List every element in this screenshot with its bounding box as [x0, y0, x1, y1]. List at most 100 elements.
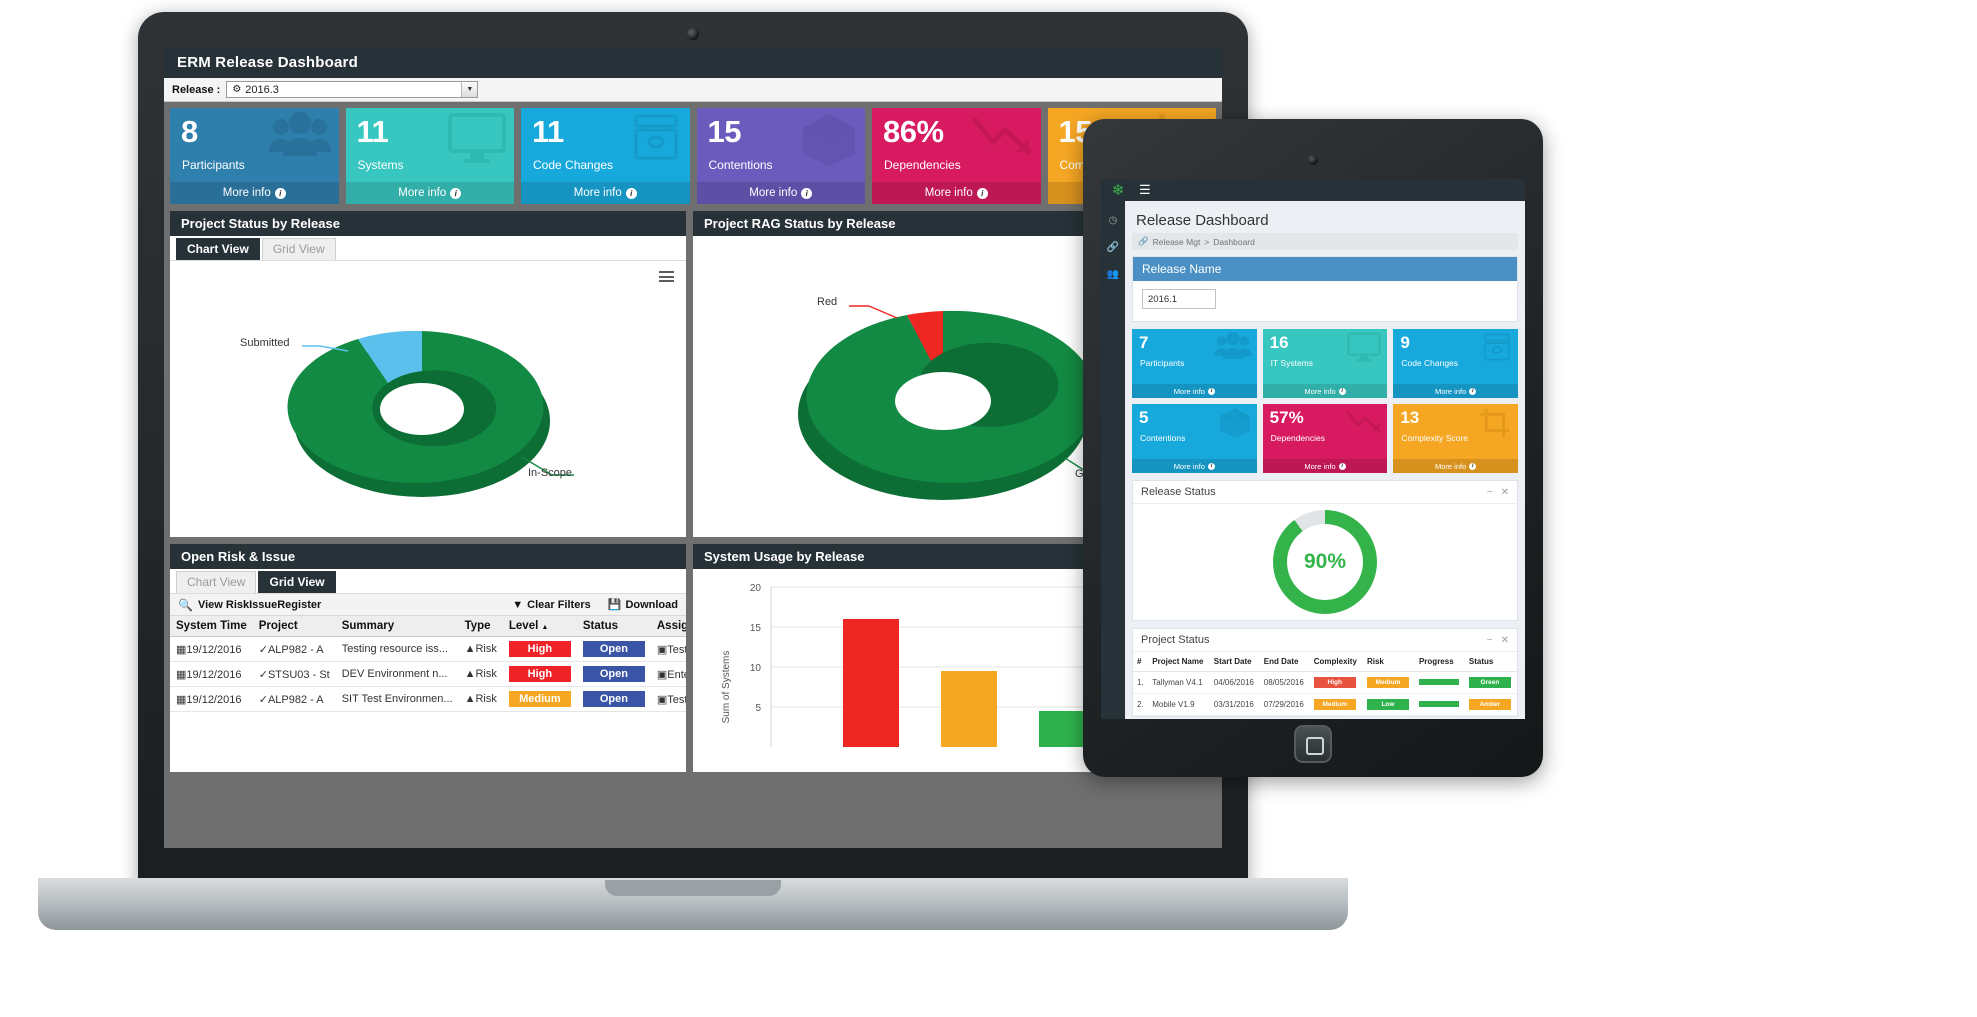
cell-progress: [1414, 693, 1465, 716]
breadcrumb-current: Dashboard: [1213, 236, 1255, 247]
table-row[interactable]: ▦19/12/2016 ✓STSU03 - St DEV Environment…: [170, 661, 686, 687]
status-badge: Open: [582, 666, 645, 682]
close-icon[interactable]: ✕: [1501, 635, 1509, 646]
minimize-icon[interactable]: −: [1487, 635, 1493, 646]
clear-filters-button[interactable]: ▼ Clear Filters: [512, 599, 590, 611]
kpi-label: Participants: [182, 158, 245, 172]
table-row[interactable]: ▦19/12/2016 ✓ALP982 - A Testing resource…: [170, 636, 686, 662]
tablet-topbar: ❄ ☰: [1101, 179, 1525, 201]
project-status-chart: Submitted In-Scope: [170, 261, 686, 537]
cell-project-name: Tallyman V4.1: [1148, 671, 1210, 694]
status-badge: Green: [1468, 677, 1511, 688]
tab-chart-view[interactable]: Chart View: [176, 571, 257, 593]
kpi-more-info[interactable]: More info i: [1393, 459, 1518, 473]
info-icon: i: [1338, 387, 1346, 395]
col-index[interactable]: #: [1133, 652, 1149, 672]
tablet-kpi-contentions[interactable]: 5 Contentions More info i: [1132, 404, 1257, 473]
kpi-more-info[interactable]: More info i: [170, 182, 339, 204]
kpi-more-info[interactable]: More info i: [1393, 384, 1518, 398]
tab-grid-view[interactable]: Grid View: [261, 238, 336, 260]
kpi-value: 15: [707, 114, 742, 149]
sidebar-item-people-icon[interactable]: 👥: [1101, 269, 1125, 280]
col-status[interactable]: Status: [1464, 652, 1517, 672]
person-icon: ▣: [656, 643, 668, 656]
release-name-title: Release Name: [1133, 257, 1517, 281]
tablet-kpi-dependencies[interactable]: 57% Dependencies More info i: [1262, 404, 1388, 473]
close-icon[interactable]: ✕: [1501, 487, 1509, 498]
table-row[interactable]: ▦19/12/2016 ✓ALP982 - A SIT Test Environ…: [170, 686, 686, 712]
breadcrumb-root[interactable]: Release Mgt: [1153, 237, 1201, 247]
release-status-gauge-area: 90%: [1133, 504, 1517, 620]
kpi-label: Code Changes: [1401, 358, 1459, 368]
col-assigned-to[interactable]: Assigned To: [650, 616, 686, 637]
col-system-time[interactable]: System Time: [170, 616, 253, 637]
clover-logo-icon[interactable]: ❄: [1101, 181, 1135, 199]
col-summary[interactable]: Summary: [335, 616, 459, 637]
hamburger-menu-icon[interactable]: ☰: [1139, 182, 1151, 198]
release-select[interactable]: ⚙ 2016.3 ▼: [226, 81, 479, 98]
cell-type-value: Risk: [475, 693, 497, 705]
col-status[interactable]: Status: [576, 616, 651, 637]
kpi-more-info[interactable]: More info i: [696, 182, 865, 204]
kpi-more-info[interactable]: More info i: [1262, 384, 1388, 398]
minimize-icon[interactable]: −: [1487, 487, 1493, 498]
col-start-date[interactable]: Start Date: [1209, 652, 1260, 672]
col-project-name[interactable]: Project Name: [1148, 652, 1210, 672]
table-row[interactable]: 2. Mobile V1.9 03/31/2016 07/29/2016 Med…: [1133, 693, 1517, 716]
sidebar-item-link-icon[interactable]: 🔗: [1101, 242, 1125, 253]
kpi-label: Participants: [1140, 358, 1185, 368]
trend-icon: [971, 112, 1035, 163]
col-end-date[interactable]: End Date: [1259, 652, 1310, 672]
tab-grid-view[interactable]: Grid View: [258, 571, 336, 593]
kpi-more-info[interactable]: More info i: [872, 182, 1041, 204]
release-name-input[interactable]: 2016.1: [1142, 289, 1216, 309]
col-risk[interactable]: Risk: [1362, 652, 1415, 672]
tablet-kpi-complexity-score[interactable]: 13 Complexity Score More info i: [1393, 404, 1518, 473]
chevron-down-icon[interactable]: ▼: [461, 82, 478, 97]
tab-chart-view[interactable]: Chart View: [176, 238, 260, 260]
kpi-label: IT Systems: [1270, 358, 1314, 368]
cell-type-value: Risk: [475, 643, 497, 655]
kpi-tile-systems[interactable]: 11 Systems More info i: [345, 108, 514, 204]
col-progress[interactable]: Progress: [1414, 652, 1465, 672]
kpi-tile-contentions[interactable]: 15 Contentions More info i: [696, 108, 865, 204]
sidebar-item-clock-icon[interactable]: ◷: [1101, 215, 1125, 226]
kpi-tile-dependencies[interactable]: 86% Dependencies More info i: [872, 108, 1041, 204]
kpi-more-info[interactable]: More info i: [521, 182, 690, 204]
col-type[interactable]: Type: [458, 616, 503, 637]
complexity-badge: Medium: [1313, 699, 1356, 710]
panel-project-status: Project Status by Release Chart View Gri…: [170, 211, 686, 537]
info-icon: i: [1469, 387, 1477, 395]
table-row[interactable]: 1. Tallyman V4.1 04/06/2016 08/05/2016 H…: [1133, 671, 1517, 694]
level-badge: Medium: [508, 691, 571, 707]
kpi-more-info[interactable]: More info i: [345, 182, 514, 204]
kpi-more-info[interactable]: More info i: [1132, 384, 1257, 398]
col-project[interactable]: Project: [252, 616, 336, 637]
hamburger-menu-icon[interactable]: [659, 271, 674, 282]
tablet-home-button[interactable]: [1294, 725, 1332, 763]
download-button[interactable]: 💾 Download: [608, 598, 678, 612]
tablet-kpi-participants[interactable]: 7 Participants More info i: [1132, 329, 1257, 398]
cell-progress: [1414, 671, 1465, 694]
kpi-tile-code-changes[interactable]: 11 Code Changes More info i: [521, 108, 690, 204]
cell-project-name: Mobile V1.9: [1148, 693, 1210, 716]
view-risk-register-link[interactable]: View RiskIssueRegister: [198, 599, 321, 611]
cell-end-date: 07/29/2016: [1259, 693, 1310, 716]
gear-icon: ⚙: [232, 84, 242, 95]
status-badge: Amber: [1468, 699, 1511, 710]
tablet-kpi-it-systems[interactable]: 16 IT Systems More info i: [1262, 329, 1388, 398]
col-complexity[interactable]: Complexity: [1309, 652, 1363, 672]
tablet-kpi-code-changes[interactable]: 9 Code Changes More info i: [1393, 329, 1518, 398]
cell-type: ▲Risk: [458, 686, 503, 712]
release-status-header: Release Status − ✕: [1133, 481, 1517, 504]
col-level[interactable]: Level ▲: [502, 616, 577, 637]
kpi-more-info[interactable]: More info i: [1132, 459, 1257, 473]
panel-title: Project Status by Release: [170, 211, 686, 236]
kpi-tile-participants[interactable]: 8 Participants More info i: [170, 108, 339, 204]
kpi-value: 11: [532, 114, 564, 149]
cell-index: 2.: [1133, 693, 1149, 716]
kpi-more-info[interactable]: More info i: [1262, 459, 1388, 473]
kpi-more-label: More info: [573, 187, 622, 199]
link-icon: 🔗: [1138, 236, 1149, 246]
tablet-main: Release Dashboard 🔗 Release Mgt > Dashbo…: [1125, 201, 1525, 719]
